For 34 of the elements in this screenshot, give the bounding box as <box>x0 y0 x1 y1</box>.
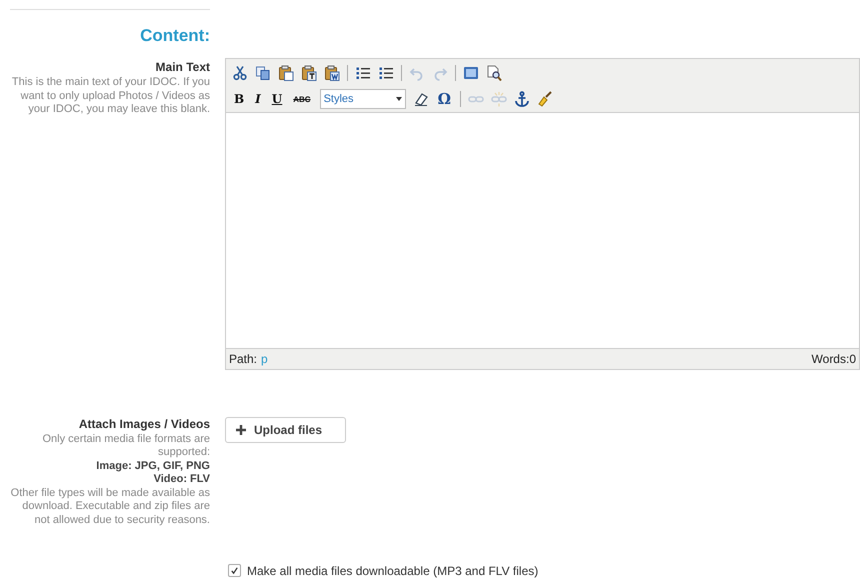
checkbox-label: Make all media files downloadable (MP3 and FLV files) <box>247 564 538 578</box>
checkbox[interactable] <box>228 564 241 578</box>
numbered-list-icon[interactable] <box>378 65 394 81</box>
help-text: Video: FLV <box>152 473 210 486</box>
window-icon[interactable] <box>463 65 479 81</box>
word-count: Words:0 <box>812 352 856 366</box>
field-label: Attach Images / Videos <box>78 416 210 430</box>
paste-word-icon[interactable] <box>324 65 340 81</box>
strikethrough-button[interactable]: ABC <box>291 94 313 104</box>
brush-icon[interactable] <box>536 91 553 107</box>
help-text: Only certain media file formats are supported: <box>41 432 210 460</box>
paste-text-icon[interactable] <box>301 65 317 81</box>
plus-icon <box>236 424 246 434</box>
path-label: Path: <box>229 352 258 366</box>
special-character-button[interactable]: Ω <box>436 90 453 108</box>
scissors-icon[interactable] <box>232 65 248 81</box>
check-icon <box>230 566 239 576</box>
section-title: Content: <box>139 26 210 46</box>
eraser-icon[interactable] <box>412 91 429 107</box>
paste-icon[interactable] <box>278 65 294 81</box>
help-text: Image: JPG, GIF, PNG <box>95 460 210 473</box>
copy-icon[interactable] <box>255 65 271 81</box>
help-text: Other file types will be made available as download. Executable and zip files are not allowed due to security reasons. <box>10 486 210 527</box>
bold-button[interactable]: B <box>232 92 246 106</box>
preview-icon[interactable] <box>486 65 502 81</box>
underline-button[interactable]: U <box>270 92 284 106</box>
italic-button[interactable]: I <box>253 92 263 106</box>
help-text: This is the main text of your IDOC. If you want to only upload Photos / Videos as your IDOC, you may leave this blank. <box>10 76 210 116</box>
bulleted-list-icon[interactable] <box>355 65 371 81</box>
styles-dropdown[interactable]: Styles <box>320 89 406 109</box>
upload-files-button[interactable]: Upload files <box>225 416 346 442</box>
field-label: Main Text <box>154 60 210 74</box>
anchor-icon[interactable] <box>514 91 530 107</box>
caret-icon <box>396 97 402 101</box>
